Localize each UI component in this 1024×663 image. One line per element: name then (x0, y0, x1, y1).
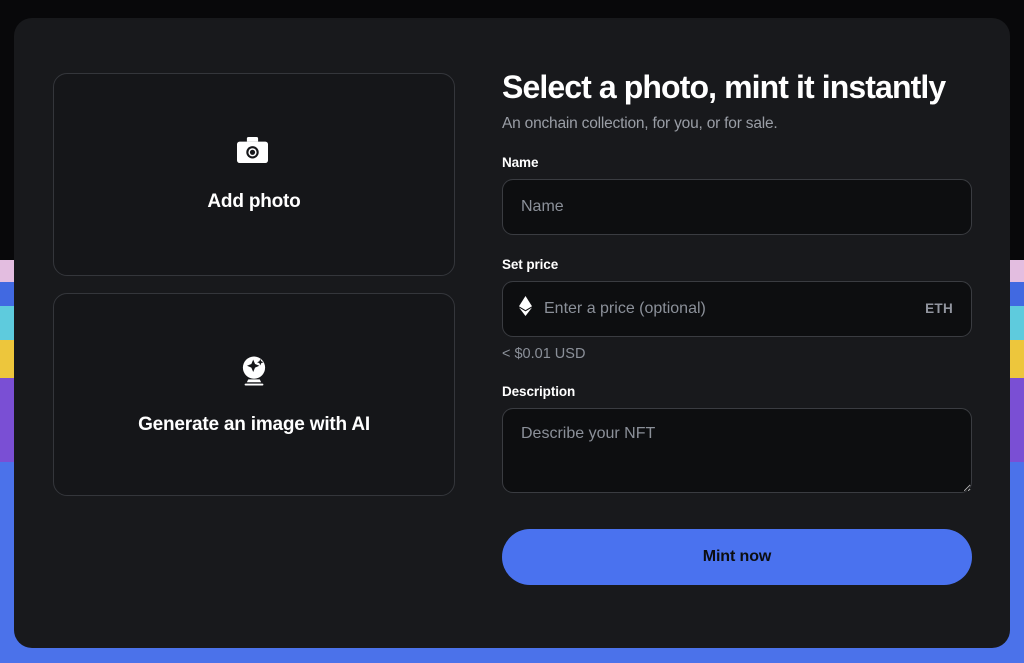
name-input[interactable] (502, 179, 972, 235)
name-field-block: Name (502, 155, 972, 235)
usd-conversion-hint: < $0.01 USD (502, 346, 972, 362)
price-input-shell[interactable]: ETH (502, 281, 972, 337)
mint-modal: Add photo Generate an ima (14, 18, 1010, 648)
mint-form-column: Select a photo, mint it instantly An onc… (469, 18, 1010, 648)
page-title: Select a photo, mint it instantly (502, 70, 972, 106)
add-photo-label: Add photo (207, 191, 300, 213)
description-field-block: Description (502, 384, 972, 498)
ethereum-icon (519, 296, 532, 321)
currency-suffix-label: ETH (925, 301, 953, 316)
page-subtitle: An onchain collection, for you, or for s… (502, 115, 972, 133)
crystal-ball-icon (237, 354, 271, 393)
price-input[interactable] (544, 300, 913, 318)
camera-icon (237, 137, 271, 170)
generate-ai-image-card[interactable]: Generate an image with AI (53, 293, 455, 496)
media-picker-column: Add photo Generate an ima (14, 18, 469, 648)
description-input[interactable] (502, 408, 972, 493)
add-photo-card[interactable]: Add photo (53, 73, 455, 276)
generate-ai-image-label: Generate an image with AI (138, 414, 370, 436)
mint-now-button[interactable]: Mint now (502, 529, 972, 585)
set-price-label: Set price (502, 257, 972, 272)
name-label: Name (502, 155, 972, 170)
price-field-block: Set price ETH < $0.01 USD (502, 257, 972, 362)
description-label: Description (502, 384, 972, 399)
